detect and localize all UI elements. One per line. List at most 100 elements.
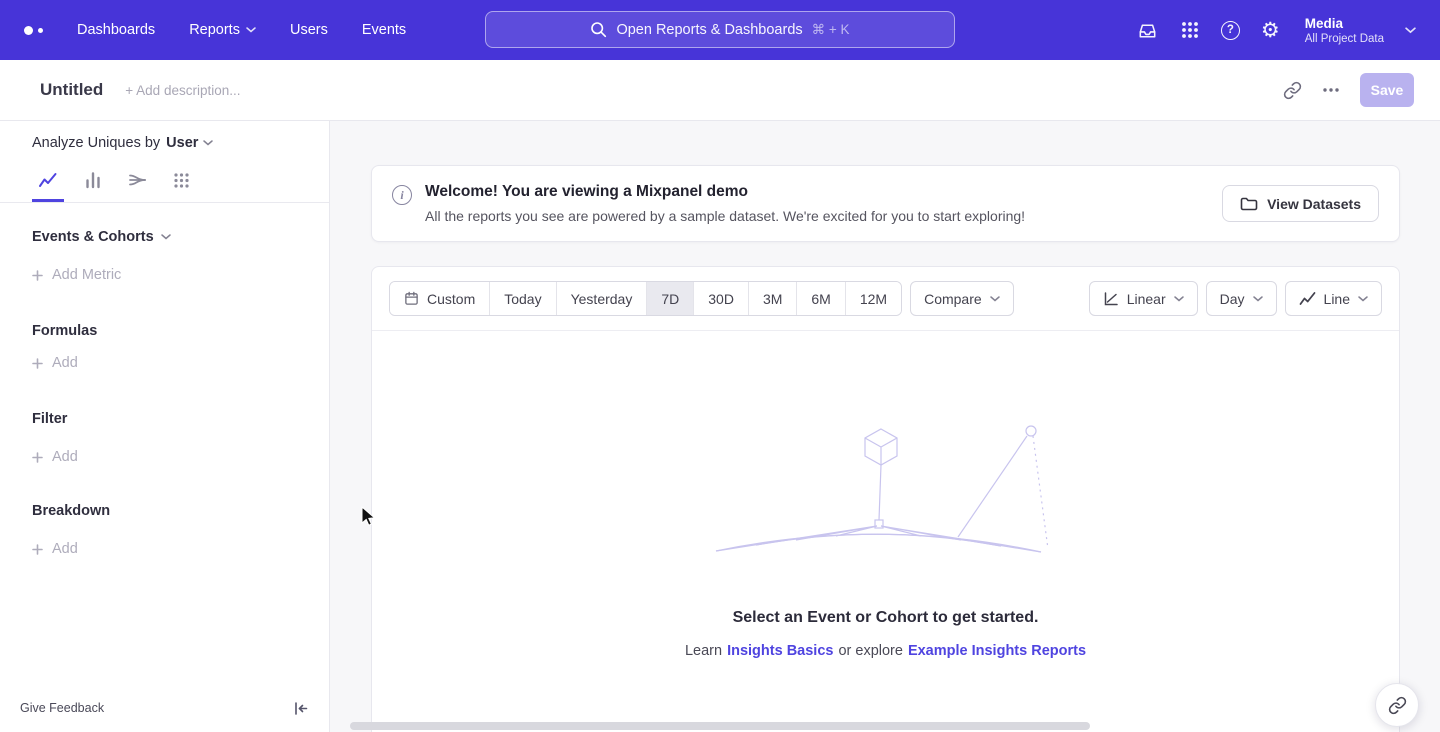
banner-subtitle: All the reports you see are powered by a… bbox=[425, 208, 1025, 224]
plus-icon bbox=[32, 544, 43, 555]
filter-label: Filter bbox=[32, 411, 67, 427]
global-search-input[interactable]: Open Reports & Dashboards ⌘ + K bbox=[485, 11, 955, 48]
banner-text: Welcome! You are viewing a Mixpanel demo… bbox=[425, 183, 1025, 224]
filter-section: Filter bbox=[32, 411, 297, 427]
learn-prefix: Learn bbox=[685, 643, 722, 659]
plus-icon bbox=[32, 452, 43, 463]
formulas-label: Formulas bbox=[32, 323, 97, 339]
banner-title: Welcome! You are viewing a Mixpanel demo bbox=[425, 183, 1025, 201]
add-filter-button[interactable]: Add bbox=[32, 449, 297, 465]
range-12m-button[interactable]: 12M bbox=[845, 282, 901, 315]
search-placeholder: Open Reports & Dashboards bbox=[616, 22, 802, 38]
range-custom-button[interactable]: Custom bbox=[390, 282, 489, 315]
add-breakdown-button[interactable]: Add bbox=[32, 541, 297, 557]
chart-type-dropdown[interactable]: Line bbox=[1285, 281, 1382, 316]
date-range-segmented-control: Custom Today Yesterday 7D 30D 3M 6M 12M bbox=[389, 281, 902, 316]
range-7d-button[interactable]: 7D bbox=[646, 282, 693, 315]
chart-toolbar: Custom Today Yesterday 7D 30D 3M 6M 12M … bbox=[372, 267, 1399, 331]
give-feedback-link[interactable]: Give Feedback bbox=[20, 701, 104, 715]
add-description-field[interactable]: + Add description... bbox=[125, 83, 240, 98]
empty-state-title: Select an Event or Cohort to get started… bbox=[372, 609, 1399, 627]
insights-chart-card: Custom Today Yesterday 7D 30D 3M 6M 12M … bbox=[371, 266, 1400, 732]
inbox-icon[interactable] bbox=[1136, 19, 1159, 42]
report-title[interactable]: Untitled bbox=[40, 80, 103, 100]
project-name: Media bbox=[1305, 16, 1384, 31]
linear-scale-icon bbox=[1103, 291, 1119, 307]
help-icon[interactable]: ? bbox=[1221, 21, 1240, 40]
project-selector[interactable]: Media All Project Data bbox=[1305, 16, 1384, 45]
view-datasets-button[interactable]: View Datasets bbox=[1222, 185, 1379, 222]
analyze-by-dropdown[interactable]: User bbox=[166, 135, 213, 151]
empty-state: Select an Event or Cohort to get started… bbox=[372, 331, 1399, 659]
interval-dropdown[interactable]: Day bbox=[1206, 281, 1277, 316]
events-cohorts-label: Events & Cohorts bbox=[32, 229, 154, 245]
nav-events[interactable]: Events bbox=[362, 22, 406, 38]
range-yesterday-button[interactable]: Yesterday bbox=[556, 282, 647, 315]
info-icon: i bbox=[392, 185, 412, 205]
share-link-button[interactable] bbox=[1375, 683, 1419, 727]
empty-state-illustration bbox=[696, 419, 1076, 569]
view-datasets-label: View Datasets bbox=[1267, 196, 1361, 212]
query-builder-sidebar: Analyze Uniques by User Events & Cohorts… bbox=[0, 121, 330, 732]
chevron-down-icon bbox=[990, 296, 1000, 302]
folder-icon bbox=[1240, 196, 1258, 212]
visualization-tabs bbox=[0, 161, 329, 203]
tab-bar-chart[interactable] bbox=[78, 161, 108, 202]
interval-label: Day bbox=[1220, 291, 1245, 307]
bar-chart-icon bbox=[84, 171, 102, 189]
mixpanel-logo-icon[interactable] bbox=[24, 26, 43, 35]
flow-sankey-icon bbox=[128, 171, 147, 189]
horizontal-scrollbar[interactable] bbox=[350, 722, 1090, 730]
collapse-sidebar-icon[interactable] bbox=[293, 701, 309, 716]
compare-button[interactable]: Compare bbox=[910, 281, 1014, 316]
analyze-uniques-row: Analyze Uniques by User bbox=[0, 121, 329, 161]
chevron-down-icon bbox=[161, 234, 171, 240]
add-formula-label: Add bbox=[52, 355, 78, 371]
nav-users[interactable]: Users bbox=[290, 22, 328, 38]
formulas-section: Formulas bbox=[32, 323, 297, 339]
save-button[interactable]: Save bbox=[1360, 73, 1414, 107]
top-navigation: Dashboards Reports Users Events Open Rep… bbox=[0, 0, 1440, 60]
analyze-prefix-label: Analyze Uniques by bbox=[32, 135, 160, 151]
chevron-down-icon bbox=[1253, 296, 1263, 302]
tab-flow-chart[interactable] bbox=[122, 161, 153, 202]
apps-grid-icon[interactable] bbox=[1180, 20, 1200, 40]
sidebar-footer: Give Feedback bbox=[0, 692, 329, 732]
tab-metrics-grid[interactable] bbox=[167, 161, 196, 202]
gear-icon[interactable]: ⚙ bbox=[1261, 20, 1280, 41]
range-3m-button[interactable]: 3M bbox=[748, 282, 796, 315]
chevron-down-icon bbox=[1405, 27, 1416, 34]
primary-nav: Dashboards Reports Users Events bbox=[77, 22, 406, 38]
chevron-down-icon bbox=[1174, 296, 1184, 302]
project-scope: All Project Data bbox=[1305, 33, 1384, 45]
more-options-icon[interactable] bbox=[1322, 81, 1340, 99]
tab-insights-chart[interactable] bbox=[32, 161, 64, 202]
nav-reports-label: Reports bbox=[189, 22, 240, 38]
scale-dropdown[interactable]: Linear bbox=[1089, 281, 1198, 316]
report-header-actions: Save bbox=[1283, 73, 1414, 107]
range-30d-button[interactable]: 30D bbox=[693, 282, 748, 315]
report-header: Untitled + Add description... Save bbox=[0, 60, 1440, 121]
demo-welcome-banner: i Welcome! You are viewing a Mixpanel de… bbox=[371, 165, 1400, 242]
line-chart-icon bbox=[1299, 291, 1316, 306]
events-cohorts-section[interactable]: Events & Cohorts bbox=[32, 229, 297, 245]
link-icon bbox=[1388, 696, 1407, 715]
compare-label: Compare bbox=[924, 291, 982, 307]
breakdown-label: Breakdown bbox=[32, 503, 110, 519]
range-6m-button[interactable]: 6M bbox=[796, 282, 844, 315]
insights-basics-link[interactable]: Insights Basics bbox=[727, 643, 833, 659]
empty-state-help-text: Learn Insights Basics or explore Example… bbox=[372, 643, 1399, 659]
nav-dashboards[interactable]: Dashboards bbox=[77, 22, 155, 38]
copy-link-icon[interactable] bbox=[1283, 81, 1302, 100]
add-metric-button[interactable]: Add Metric bbox=[32, 267, 297, 283]
nav-reports[interactable]: Reports bbox=[189, 22, 256, 38]
example-insights-reports-link[interactable]: Example Insights Reports bbox=[908, 643, 1086, 659]
calendar-icon bbox=[404, 291, 419, 306]
add-formula-button[interactable]: Add bbox=[32, 355, 297, 371]
plus-icon bbox=[32, 358, 43, 369]
range-today-button[interactable]: Today bbox=[489, 282, 555, 315]
chevron-down-icon bbox=[1358, 296, 1368, 302]
add-breakdown-label: Add bbox=[52, 541, 78, 557]
breakdown-section: Breakdown bbox=[32, 503, 297, 519]
chevron-down-icon bbox=[246, 27, 256, 33]
